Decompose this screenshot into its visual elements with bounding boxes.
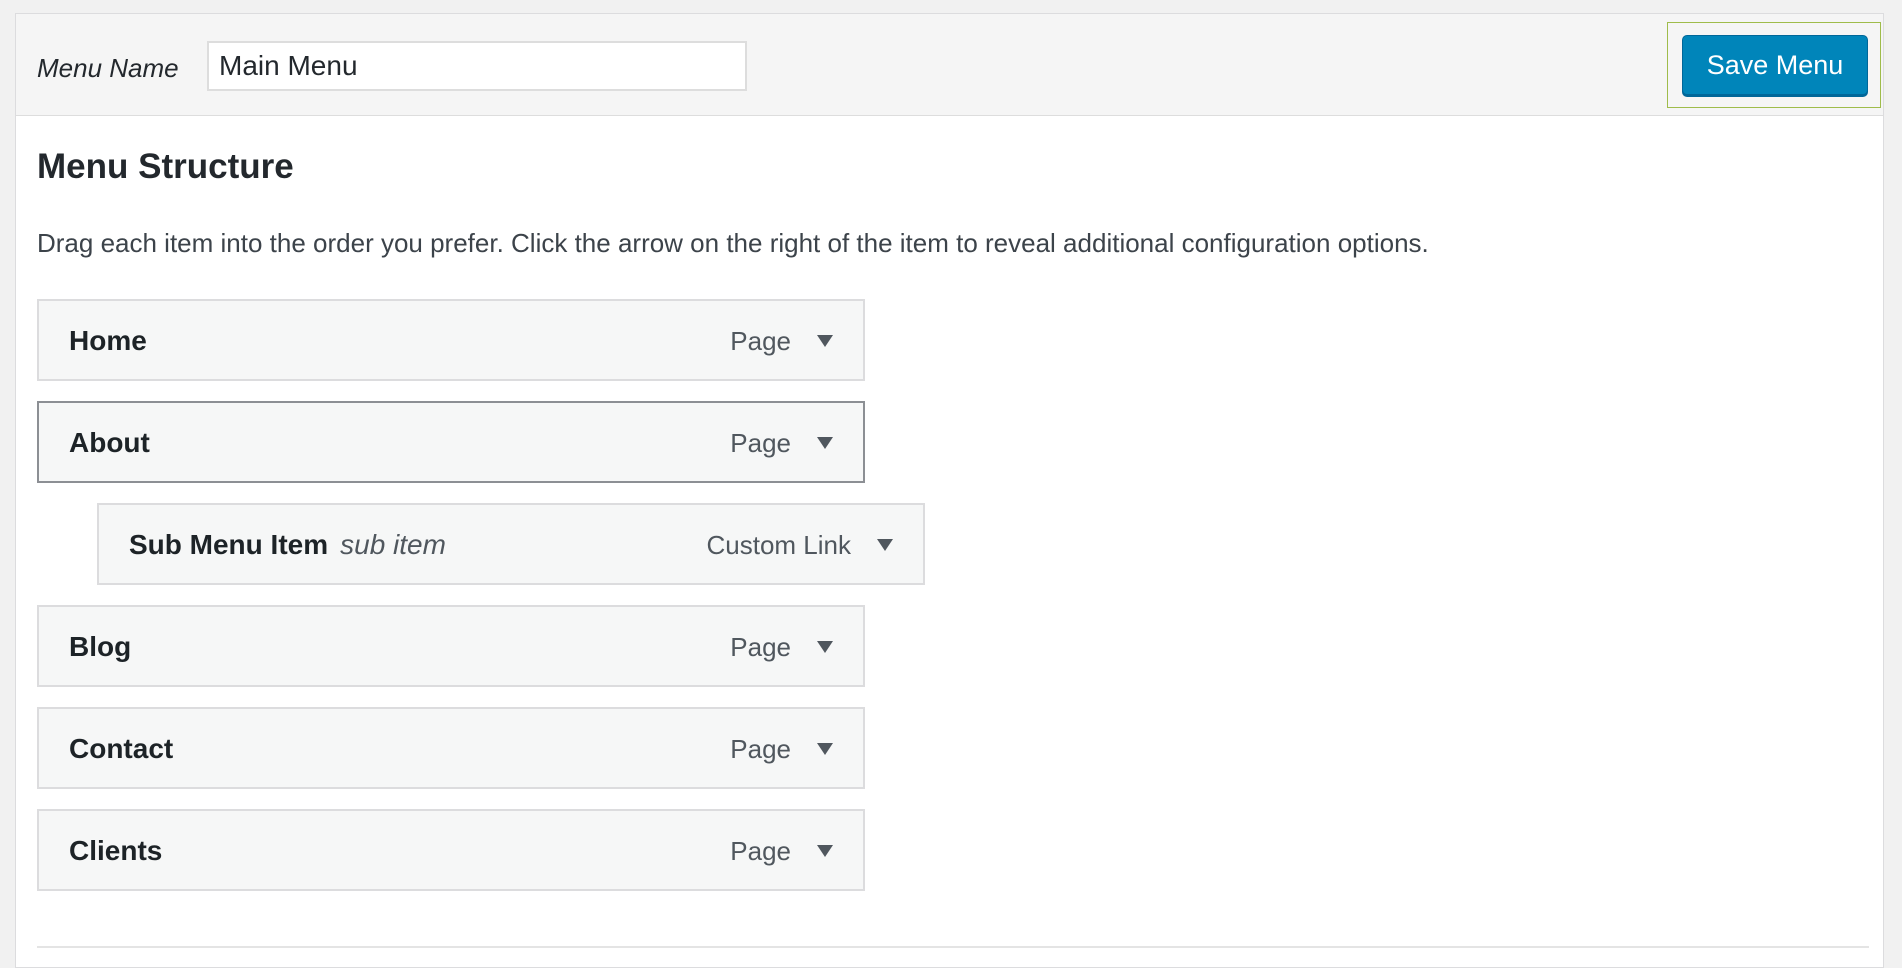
expand-arrow-icon[interactable] xyxy=(865,525,905,565)
menu-item-clients[interactable]: Clients Page xyxy=(37,809,865,891)
menu-item-home[interactable]: Home Page xyxy=(37,299,865,381)
menu-item-type: Page xyxy=(730,632,791,662)
menu-item-title-text: Sub Menu Item xyxy=(129,529,329,560)
menu-item-type: Custom Link xyxy=(706,530,852,560)
menu-item-title: Contact xyxy=(69,733,174,764)
menu-item-sub-label: sub item xyxy=(340,529,446,560)
menu-item-title: Clients xyxy=(69,835,163,866)
expand-arrow-icon[interactable] xyxy=(805,831,845,871)
menu-item-type: Page xyxy=(730,734,791,764)
menu-item-title: About xyxy=(69,427,150,458)
menu-item-title: Blog xyxy=(69,631,132,662)
menu-item-title: Home xyxy=(69,325,147,356)
expand-arrow-icon[interactable] xyxy=(805,627,845,667)
menu-item-type: Page xyxy=(730,326,791,356)
expand-arrow-icon[interactable] xyxy=(805,423,845,463)
menu-item-title: Sub Menu Item sub item xyxy=(129,529,446,561)
menu-instructions: Drag each item into the order you prefer… xyxy=(37,228,1429,258)
footer-divider xyxy=(37,946,1869,948)
menu-item-blog[interactable]: Blog Page xyxy=(37,605,865,687)
menu-structure-title: Menu Structure xyxy=(37,147,294,186)
menu-edit-panel: Menu Name Save Menu Menu Structure Drag … xyxy=(15,13,1884,968)
menu-item-contact[interactable]: Contact Page xyxy=(37,707,865,789)
menu-item-about[interactable]: About Page xyxy=(37,401,865,483)
menu-name-input[interactable] xyxy=(207,41,747,91)
menu-item-sub-menu-item[interactable]: Sub Menu Item sub item Custom Link xyxy=(97,503,925,585)
save-menu-button[interactable]: Save Menu xyxy=(1682,35,1868,95)
expand-arrow-icon[interactable] xyxy=(805,729,845,769)
menu-name-label: Menu Name xyxy=(37,53,179,83)
menu-item-type: Page xyxy=(730,428,791,458)
menu-header-bar: Menu Name Save Menu xyxy=(16,14,1883,116)
expand-arrow-icon[interactable] xyxy=(805,321,845,361)
menu-item-type: Page xyxy=(730,836,791,866)
